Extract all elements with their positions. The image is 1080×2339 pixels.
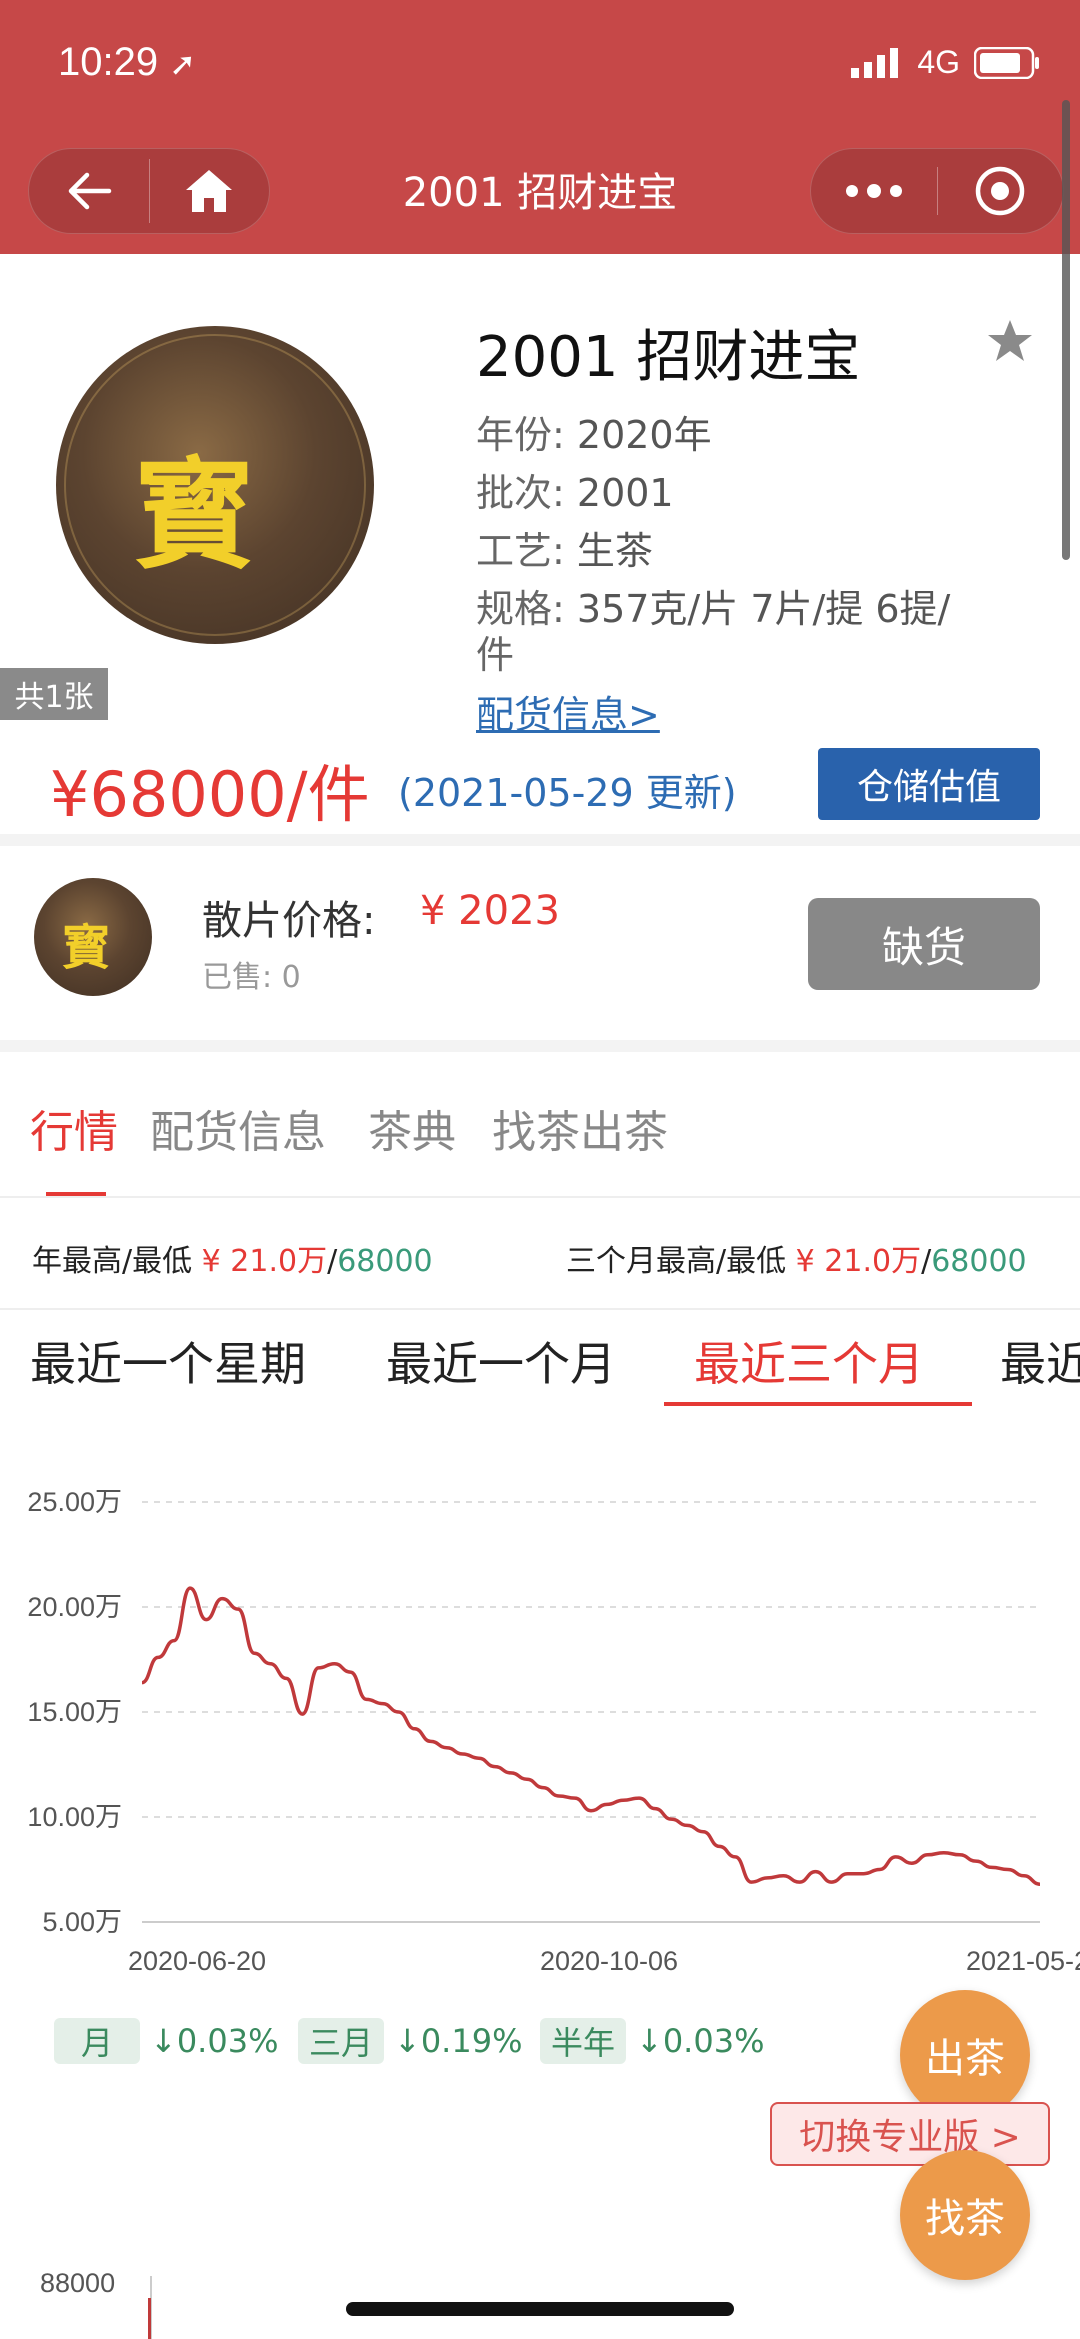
range-tab-more[interactable]: 最近 xyxy=(1000,1328,1080,1394)
product-title: 2001 招财进宝 xyxy=(476,325,861,390)
product-image[interactable]: 寳 xyxy=(56,326,374,644)
section-gap xyxy=(0,1040,1080,1052)
range-tab-month[interactable]: 最近一个月 xyxy=(386,1328,616,1394)
loose-price-value: ¥ 2023 xyxy=(420,888,560,934)
tab-shipping-info[interactable]: 配货信息 xyxy=(150,1096,326,1160)
y-tick-label: 20.00万 xyxy=(27,1592,122,1622)
loose-sheet-image-art: 寳 xyxy=(62,920,111,976)
attr-spec: 规格: 357克/片 7片/提 6提/ xyxy=(476,587,951,631)
back-arrow-icon xyxy=(68,172,111,210)
switch-pro-version-button[interactable]: 切换专业版 > xyxy=(770,2102,1050,2166)
range-tab-three-months[interactable]: 最近三个月 xyxy=(694,1328,924,1394)
status-time: 10:29 ➚ xyxy=(58,40,197,84)
battery-icon xyxy=(974,46,1039,79)
tab-market[interactable]: 行情 xyxy=(30,1096,118,1160)
change-value-quarter: ↓0.19% xyxy=(394,2022,523,2060)
attr-craft: 工艺: 生茶 xyxy=(476,529,653,573)
favorite-star-icon[interactable] xyxy=(986,318,1034,364)
divider xyxy=(0,1308,1080,1310)
attr-spec-wrap: 件 xyxy=(476,633,515,677)
target-icon xyxy=(976,166,1025,216)
y-tick-label: 15.00万 xyxy=(27,1697,122,1727)
price-updated-date: (2021-05-29 更新) xyxy=(398,771,737,815)
change-tag-quarter: 三月 xyxy=(298,2018,384,2064)
loose-sheet-image[interactable]: 寳 xyxy=(34,878,152,996)
home-indicator[interactable] xyxy=(346,2302,734,2316)
scrollbar[interactable] xyxy=(1062,100,1070,560)
product-price: ¥68000/件 xyxy=(50,758,370,831)
signal-icon xyxy=(851,47,899,78)
more-dots-icon xyxy=(845,184,902,198)
tab-tea-encyclopedia[interactable]: 茶典 xyxy=(368,1096,456,1160)
change-tag-half-year: 半年 xyxy=(540,2018,626,2064)
home-icon xyxy=(186,170,233,212)
range-tab-week[interactable]: 最近一个星期 xyxy=(30,1328,306,1394)
bottom-chart-y-tick: 88000 xyxy=(40,2268,116,2298)
sell-tea-fab[interactable]: 出茶 xyxy=(900,1990,1030,2120)
attr-year: 年份: 2020年 xyxy=(476,413,712,457)
sold-count: 已售: 0 xyxy=(202,960,301,995)
image-count-badge: 共1张 xyxy=(0,668,108,720)
change-value-half-year: ↓0.03% xyxy=(636,2022,765,2060)
loose-price-label: 散片价格: xyxy=(202,898,376,944)
divider xyxy=(0,1196,1080,1198)
section-gap xyxy=(0,834,1080,846)
y-tick-label: 10.00万 xyxy=(27,1802,122,1832)
bottom-chart-line xyxy=(148,2298,151,2339)
x-tick-label: 2021-05-29 xyxy=(966,1946,1080,1976)
product-image-art: 寳 xyxy=(134,445,254,586)
y-tick-label: 5.00万 xyxy=(42,1907,122,1937)
change-value-month: ↓0.03% xyxy=(150,2022,279,2060)
location-arrow-icon: ➚ xyxy=(169,46,197,82)
change-tag-month: 月 xyxy=(54,2018,140,2064)
nav-capsule-left xyxy=(28,148,270,234)
home-button[interactable] xyxy=(150,149,270,233)
price-line-chart[interactable]: 25.00万 20.00万 15.00万 10.00万 5.00万2020-06-20 2… xyxy=(0,1460,1080,1980)
shipping-info-link[interactable]: 配货信息> xyxy=(476,684,660,739)
y-tick-label: 25.00万 xyxy=(27,1487,122,1517)
x-tick-label: 2020-10-06 xyxy=(540,1946,678,1976)
range-active-indicator xyxy=(664,1402,972,1406)
year-high-low: 年最高/最低 ¥ 21.0万/68000 xyxy=(32,1244,433,1279)
back-button[interactable] xyxy=(29,149,149,233)
more-button[interactable] xyxy=(811,149,937,233)
quarter-high-low: 三个月最高/最低 ¥ 21.0万/68000 xyxy=(566,1244,1027,1279)
network-label: 4G xyxy=(917,44,960,80)
out-of-stock-button[interactable]: 缺货 xyxy=(808,898,1040,990)
nav-capsule-right xyxy=(810,148,1064,234)
x-tick-label: 2020-06-20 xyxy=(128,1946,266,1976)
page-title: 2001 招财进宝 xyxy=(402,170,678,216)
attr-batch: 批次: 2001 xyxy=(476,471,674,515)
tab-find-sell-tea[interactable]: 找茶出茶 xyxy=(492,1096,668,1160)
status-indicators: 4G xyxy=(851,44,1040,81)
close-miniprogram-button[interactable] xyxy=(938,149,1064,233)
find-tea-fab[interactable]: 找茶 xyxy=(900,2150,1030,2280)
storage-valuation-button[interactable]: 仓储估值 xyxy=(818,748,1040,820)
price-series-line xyxy=(141,1586,1041,1886)
